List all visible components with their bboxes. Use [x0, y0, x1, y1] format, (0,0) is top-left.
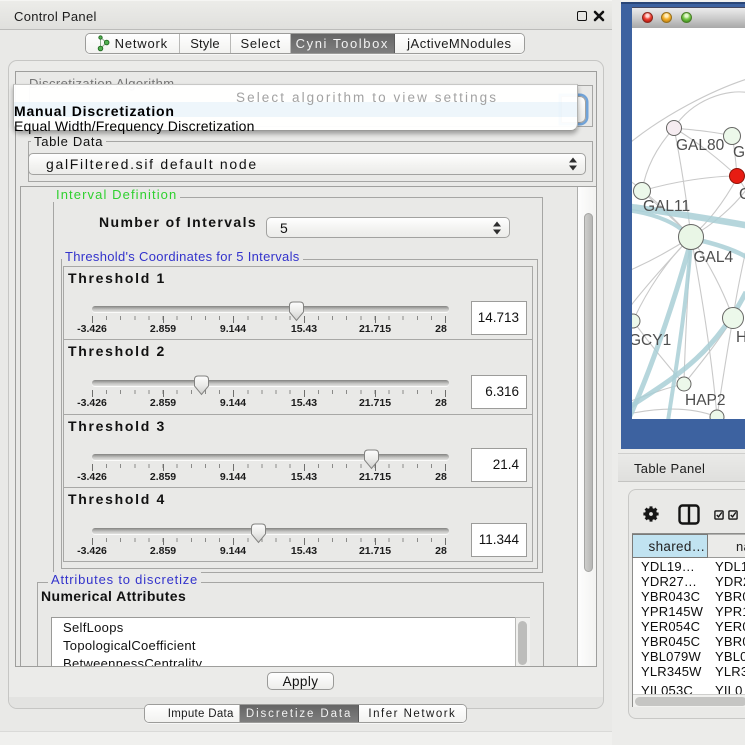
svg-text:GAL11: GAL11	[643, 198, 690, 215]
svg-text:HAP2: HAP2	[685, 392, 726, 409]
svg-text:GA: GA	[733, 144, 745, 161]
svg-text:H: H	[736, 329, 745, 346]
svg-text:GAL80: GAL80	[676, 137, 725, 154]
svg-text:C: C	[739, 186, 745, 203]
svg-text:GCY1: GCY1	[632, 332, 671, 349]
svg-text:GAL4: GAL4	[694, 249, 734, 266]
